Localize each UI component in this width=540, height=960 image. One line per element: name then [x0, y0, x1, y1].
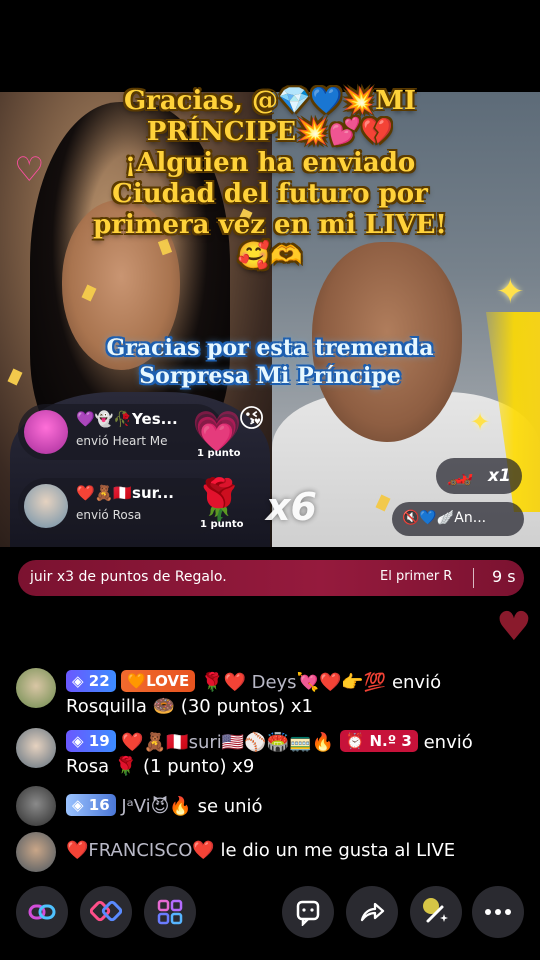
banner-line: ¡Alguien ha enviado [124, 148, 416, 178]
bottom-toolbar [0, 880, 540, 944]
more-icon[interactable] [472, 886, 524, 938]
chat-action: envió [423, 732, 473, 753]
like-heart-icon[interactable]: ♥ [496, 604, 532, 650]
banner-line: primera vez en mi LIVE! [93, 210, 447, 240]
gift-announcement-banner: Gracias, @💎💙💥MI PRÍNCIPE💥💕💔 ¡Alguien ha … [70, 86, 470, 272]
gift-points-label: 1 punto [197, 448, 241, 459]
chat-line: ◈ 22 🧡LOVE 🌹❤️ Deys💘❤️👉💯 envió [66, 670, 441, 693]
gifter-name: 💜👻🥀Yes... [76, 410, 178, 428]
chat-username: JᵃVi😈🔥 [121, 796, 192, 817]
banner-line: 🥰🫶 [237, 241, 303, 271]
banner-line: Ciudad del futuro por [112, 179, 428, 209]
chat-username: ❤️FRANCISCO❤️ [66, 840, 215, 861]
level-badge: ◈ 19 [66, 730, 116, 752]
rose-gift-icon: 🌹 [194, 477, 244, 523]
rank-badge: ⏰ N.º 3 [339, 730, 418, 752]
level-badge: ◈ 22 [66, 670, 116, 692]
gifter-name: ❤️🧸🇵🇪sur... [76, 484, 174, 502]
love-label: LOVE [146, 672, 190, 690]
thanks-line: Gracias por esta tremenda [106, 335, 434, 361]
sports-car-icon: 🏎️ [446, 462, 474, 487]
gift-points-label: 1 punto [200, 519, 244, 530]
love-badge: 🧡LOVE [121, 670, 196, 692]
gift-count: x1 [488, 466, 511, 486]
level-badge: ◈ 16 [66, 794, 116, 816]
chat-message[interactable]: ❤️FRANCISCO❤️ le dio un me gusta al LIVE [0, 832, 540, 876]
thanks-line: Sorpresa Mi Príncipe [139, 363, 401, 389]
banner-line: Gracias, @💎💙💥MI [123, 86, 417, 116]
thanks-overlay-text: Gracias por esta tremenda Sorpresa Mi Pr… [80, 334, 460, 390]
promo-ticker[interactable]: juir x3 de puntos de Regalo. El primer R… [18, 560, 524, 596]
level-number: 22 [88, 672, 110, 690]
gift-name: Rosa [66, 756, 110, 777]
sparkle-icon: ✦ [470, 408, 491, 436]
avatar[interactable] [16, 728, 56, 768]
chat-action: le dio un me gusta al LIVE [220, 840, 456, 861]
chat-line: ◈ 19 ❤️🧸🇵🇪suri🇺🇸⚾🏟️🚃🔥 ⏰ N.º 3 envió [66, 730, 473, 753]
promo-rank-text: El primer R [380, 569, 453, 584]
floating-heart-icon: ♡ [14, 150, 45, 190]
chat-line: ◈ 16 JᵃVi😈🔥 se unió [66, 794, 263, 817]
guest-name-preview: 🔇💙🪽An... [402, 510, 487, 526]
gift-action: envió Rosa [76, 508, 142, 522]
chat-action: se unió [197, 796, 263, 817]
promo-text: juir x3 de puntos de Regalo. [30, 569, 227, 585]
multi-guest-icon[interactable] [80, 886, 132, 938]
avatar[interactable] [24, 484, 68, 528]
chat-gift-detail: Rosquilla 🍩 (30 puntos) x1 [66, 696, 313, 717]
magic-wand-icon[interactable] [410, 886, 462, 938]
chat-message[interactable]: ◈ 16 JᵃVi😈🔥 se unió [0, 786, 540, 830]
chat-action: envió [391, 672, 442, 693]
gift-combo-count: x6 [266, 485, 317, 529]
gift-counter-pill[interactable]: 🏎️ x1 [436, 458, 522, 494]
gift-action: envió Heart Me [76, 434, 168, 448]
apps-grid-icon[interactable] [144, 886, 196, 938]
comment-icon[interactable] [282, 886, 334, 938]
chat-username: ❤️🧸🇵🇪suri🇺🇸⚾🏟️🚃🔥 [121, 732, 334, 753]
kiss-emoji-icon: 😘 [238, 404, 266, 434]
level-number: 16 [88, 796, 110, 814]
divider [473, 568, 474, 588]
promo-timer: 9 s [492, 567, 516, 586]
gift-detail: 🌹 (1 punto) x9 [114, 756, 255, 777]
avatar[interactable] [16, 668, 56, 708]
chat-message[interactable]: ◈ 22 🧡LOVE 🌹❤️ Deys💘❤️👉💯 envió Rosquilla… [0, 666, 540, 722]
level-number: 19 [88, 732, 110, 750]
chat-message[interactable]: ◈ 19 ❤️🧸🇵🇪suri🇺🇸⚾🏟️🚃🔥 ⏰ N.º 3 envió Rosa… [0, 726, 540, 782]
rank-number: N.º 3 [369, 732, 412, 750]
share-icon[interactable] [346, 886, 398, 938]
avatar[interactable] [16, 832, 56, 872]
chat-gift-detail: Rosa 🌹 (1 punto) x9 [66, 756, 254, 777]
sparkle-icon: ✦ [496, 272, 525, 312]
chat-username: 🌹❤️ Deys💘❤️👉💯 [201, 672, 387, 693]
link-icon[interactable] [16, 886, 68, 938]
banner-line: PRÍNCIPE💥💕💔 [146, 117, 394, 147]
chat-line: ❤️FRANCISCO❤️ le dio un me gusta al LIVE [66, 840, 455, 861]
top-bar [0, 0, 540, 92]
guest-info-pill[interactable]: 🔇💙🪽An... [392, 502, 524, 536]
avatar[interactable] [24, 410, 68, 454]
avatar[interactable] [16, 786, 56, 826]
